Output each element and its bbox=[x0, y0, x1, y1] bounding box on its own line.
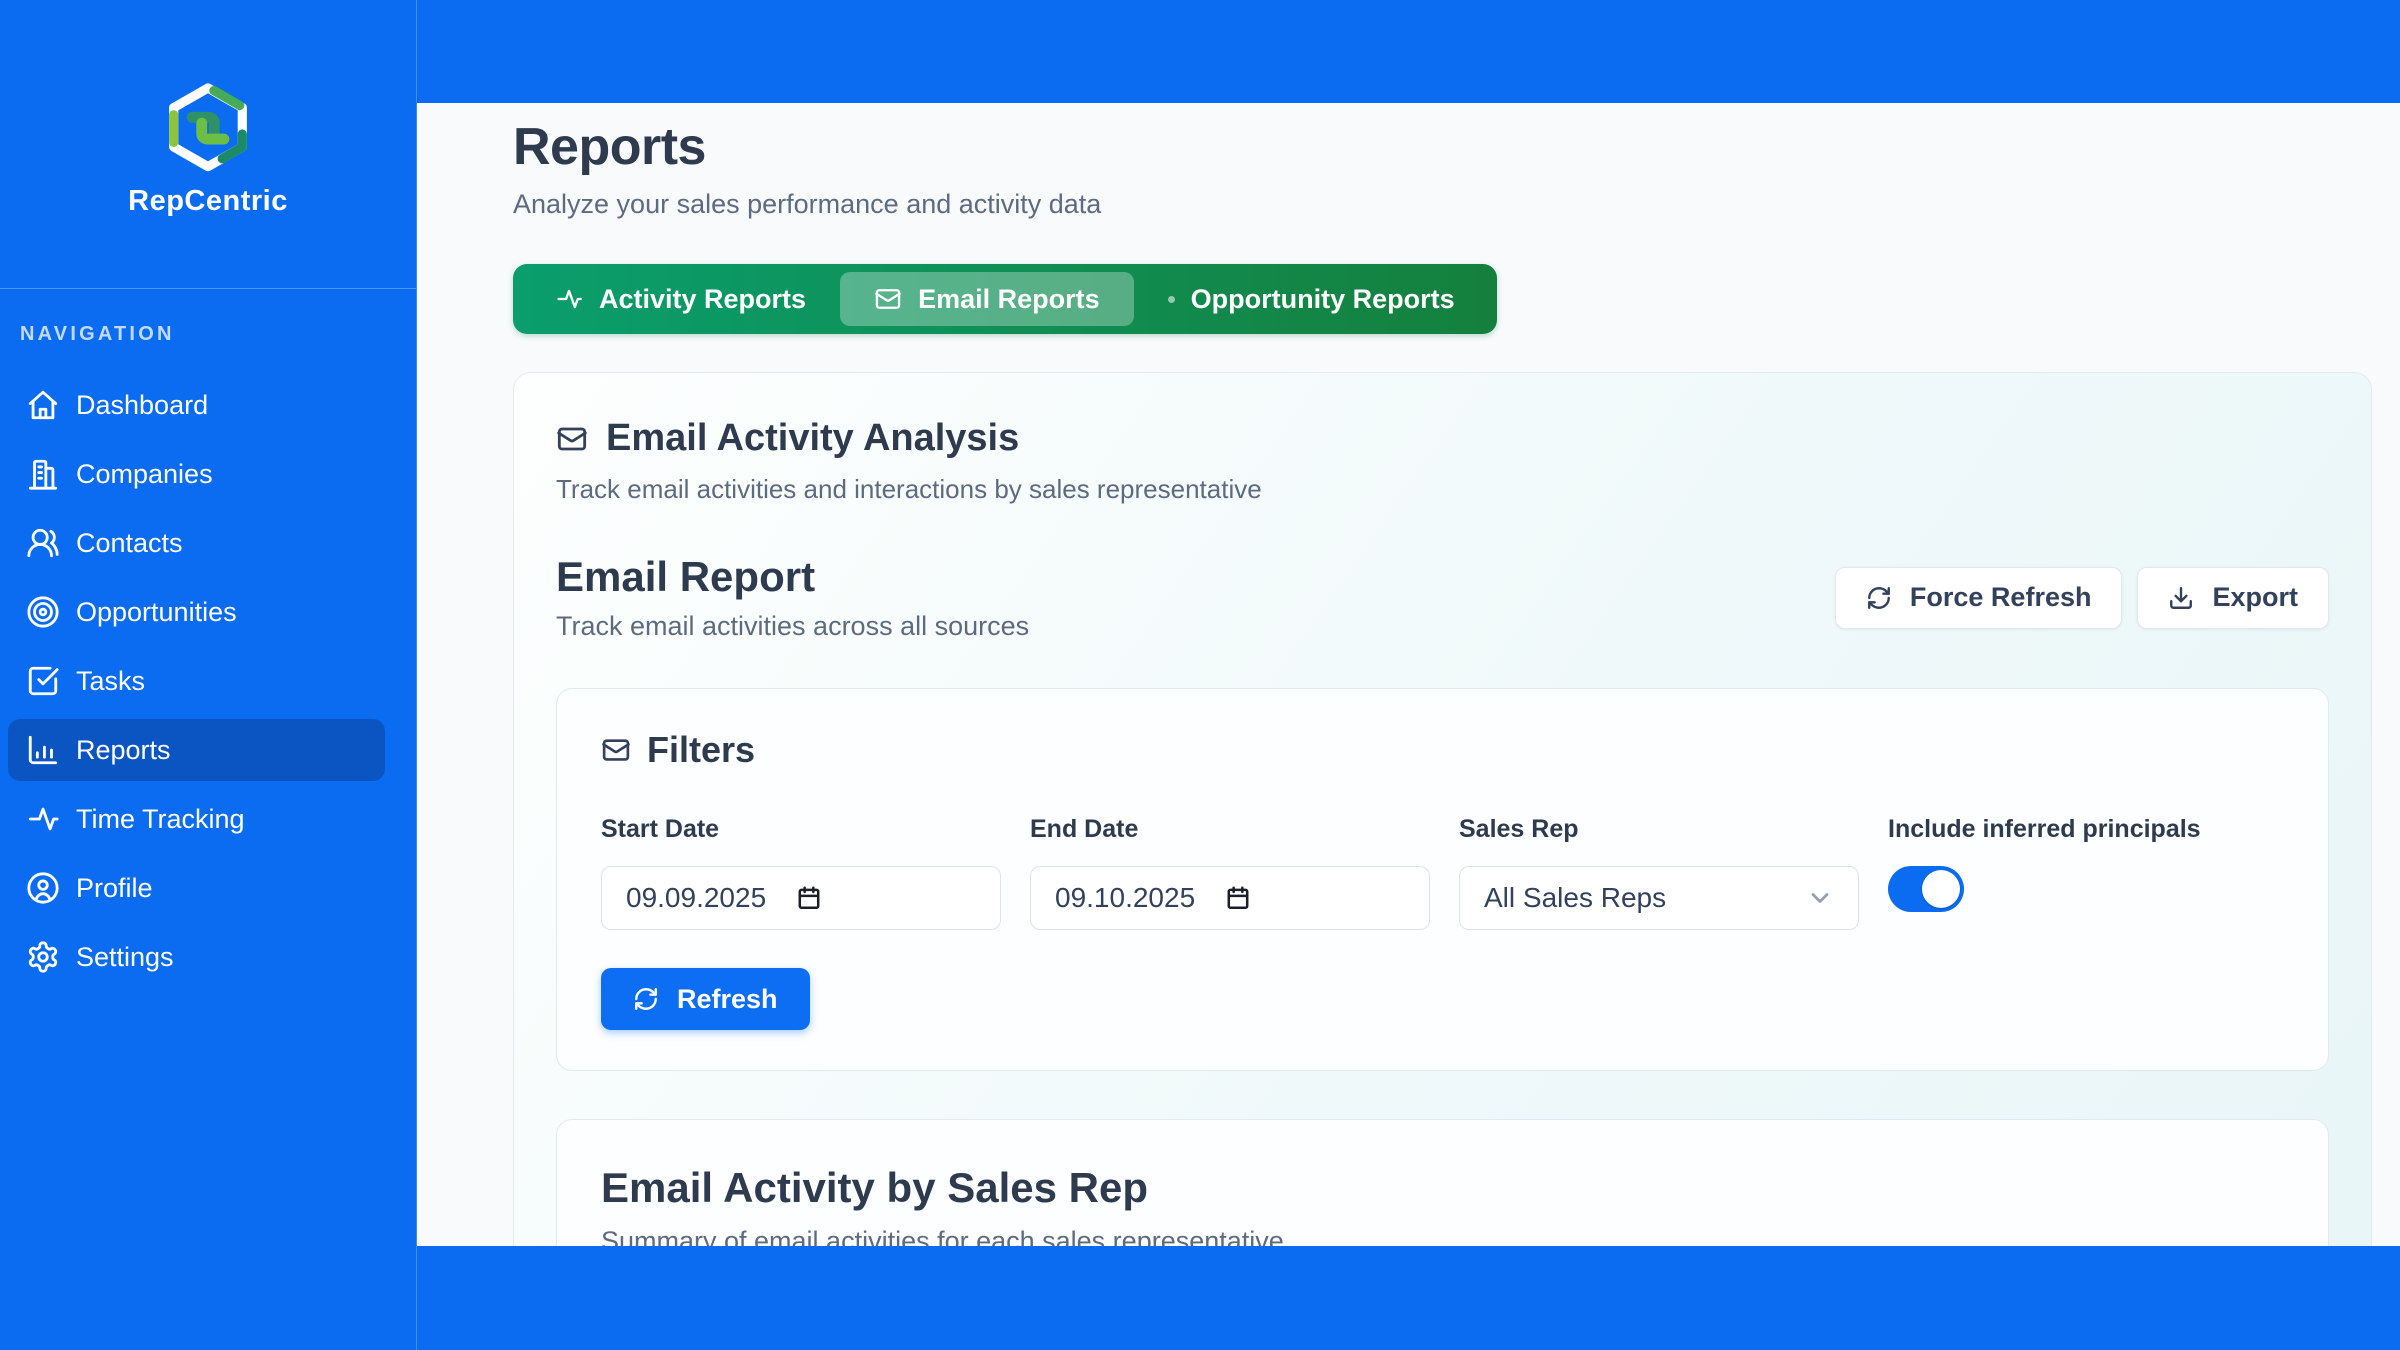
sidebar-item-profile[interactable]: Profile bbox=[8, 857, 385, 919]
sidebar-item-dashboard[interactable]: Dashboard bbox=[8, 374, 385, 436]
sidebar-item-label: Tasks bbox=[76, 666, 145, 697]
square-check-icon bbox=[26, 664, 60, 698]
sales-rep-label: Sales Rep bbox=[1459, 815, 1859, 844]
mail-icon bbox=[874, 285, 902, 313]
tab-label: Opportunity Reports bbox=[1191, 284, 1455, 315]
tab-email-reports[interactable]: Email Reports bbox=[840, 272, 1134, 326]
sidebar-item-reports[interactable]: Reports bbox=[8, 719, 385, 781]
user-circle-icon bbox=[26, 871, 60, 905]
sidebar-nav: NAVIGATION Dashboard Companies Contacts … bbox=[0, 289, 416, 988]
activity-icon bbox=[555, 285, 583, 313]
building-icon bbox=[26, 457, 60, 491]
calendar-icon[interactable] bbox=[1225, 885, 1251, 911]
filters-card: Filters Start Date 09.09.2025 End Date 0… bbox=[556, 688, 2329, 1071]
section-title: Email Activity Analysis bbox=[606, 417, 1019, 460]
email-analysis-card: Email Activity Analysis Track email acti… bbox=[513, 372, 2372, 1246]
logo-area: RepCentric bbox=[0, 0, 416, 289]
end-date-field: End Date 09.10.2025 bbox=[1030, 815, 1430, 930]
start-date-input[interactable]: 09.09.2025 bbox=[601, 866, 1001, 930]
start-date-value: 09.09.2025 bbox=[626, 882, 766, 914]
house-icon bbox=[26, 388, 60, 422]
sales-rep-value: All Sales Reps bbox=[1484, 882, 1666, 914]
refresh-label: Refresh bbox=[677, 984, 778, 1015]
section-subtitle: Track email activities and interactions … bbox=[556, 474, 2329, 505]
calendar-icon[interactable] bbox=[796, 885, 822, 911]
chart-column-icon bbox=[26, 733, 60, 767]
main-content: Reports Analyze your sales performance a… bbox=[417, 103, 2400, 1246]
sales-rep-select[interactable]: All Sales Reps bbox=[1459, 866, 1859, 930]
sales-rep-field: Sales Rep All Sales Reps bbox=[1459, 815, 1859, 930]
tab-label: Activity Reports bbox=[599, 284, 806, 315]
refresh-icon bbox=[1866, 585, 1892, 611]
nav-section-label: NAVIGATION bbox=[20, 323, 385, 346]
gear-icon bbox=[26, 940, 60, 974]
repcentric-logo-icon bbox=[166, 83, 250, 175]
mail-icon bbox=[556, 423, 588, 455]
start-date-label: Start Date bbox=[601, 815, 1001, 844]
mail-icon bbox=[601, 735, 631, 765]
include-inferred-toggle[interactable] bbox=[1888, 866, 1964, 912]
sidebar-item-time-tracking[interactable]: Time Tracking bbox=[8, 788, 385, 850]
toggle-knob bbox=[1922, 870, 1960, 908]
report-title: Email Report bbox=[556, 553, 1029, 601]
sidebar-item-settings[interactable]: Settings bbox=[8, 926, 385, 988]
include-inferred-label: Include inferred principals bbox=[1888, 815, 2284, 844]
report-tabs: Activity Reports Email Reports Opportuni… bbox=[513, 264, 1497, 334]
tab-activity-reports[interactable]: Activity Reports bbox=[521, 272, 840, 326]
download-icon bbox=[2168, 585, 2194, 611]
export-label: Export bbox=[2212, 582, 2298, 613]
tab-label: Email Reports bbox=[918, 284, 1100, 315]
force-refresh-button[interactable]: Force Refresh bbox=[1835, 567, 2123, 629]
sidebar-item-companies[interactable]: Companies bbox=[8, 443, 385, 505]
users-icon bbox=[26, 526, 60, 560]
report-subtitle: Track email activities across all source… bbox=[556, 611, 1029, 642]
sidebar-item-tasks[interactable]: Tasks bbox=[8, 650, 385, 712]
include-inferred-field: Include inferred principals bbox=[1888, 815, 2284, 930]
tab-opportunity-reports[interactable]: Opportunity Reports bbox=[1134, 272, 1489, 326]
dot-icon bbox=[1168, 296, 1175, 303]
app-name: RepCentric bbox=[128, 185, 288, 218]
force-refresh-label: Force Refresh bbox=[1910, 582, 2092, 613]
end-date-label: End Date bbox=[1030, 815, 1430, 844]
sidebar-item-label: Reports bbox=[76, 735, 171, 766]
sidebar-item-label: Dashboard bbox=[76, 390, 208, 421]
activity-icon bbox=[26, 802, 60, 836]
sidebar-item-label: Time Tracking bbox=[76, 804, 245, 835]
sidebar-item-label: Settings bbox=[76, 942, 174, 973]
start-date-field: Start Date 09.09.2025 bbox=[601, 815, 1001, 930]
rep-activity-subtitle: Summary of email activities for each sal… bbox=[601, 1226, 2284, 1246]
filters-title: Filters bbox=[647, 729, 755, 771]
end-date-input[interactable]: 09.10.2025 bbox=[1030, 866, 1430, 930]
rep-activity-title: Email Activity by Sales Rep bbox=[601, 1164, 2284, 1212]
end-date-value: 09.10.2025 bbox=[1055, 882, 1195, 914]
sidebar-item-label: Companies bbox=[76, 459, 213, 490]
refresh-icon bbox=[633, 986, 659, 1012]
rep-activity-card: Email Activity by Sales Rep Summary of e… bbox=[556, 1119, 2329, 1246]
sidebar-item-label: Contacts bbox=[76, 528, 183, 559]
sidebar-item-label: Profile bbox=[76, 873, 153, 904]
sidebar-item-contacts[interactable]: Contacts bbox=[8, 512, 385, 574]
export-button[interactable]: Export bbox=[2137, 567, 2329, 629]
sidebar-item-opportunities[interactable]: Opportunities bbox=[8, 581, 385, 643]
page-title: Reports bbox=[513, 117, 2372, 177]
chevron-down-icon bbox=[1806, 884, 1834, 912]
sidebar-item-label: Opportunities bbox=[76, 597, 237, 628]
sidebar: RepCentric NAVIGATION Dashboard Companie… bbox=[0, 0, 417, 1350]
page-subtitle: Analyze your sales performance and activ… bbox=[513, 189, 2372, 220]
target-icon bbox=[26, 595, 60, 629]
refresh-button[interactable]: Refresh bbox=[601, 968, 810, 1030]
